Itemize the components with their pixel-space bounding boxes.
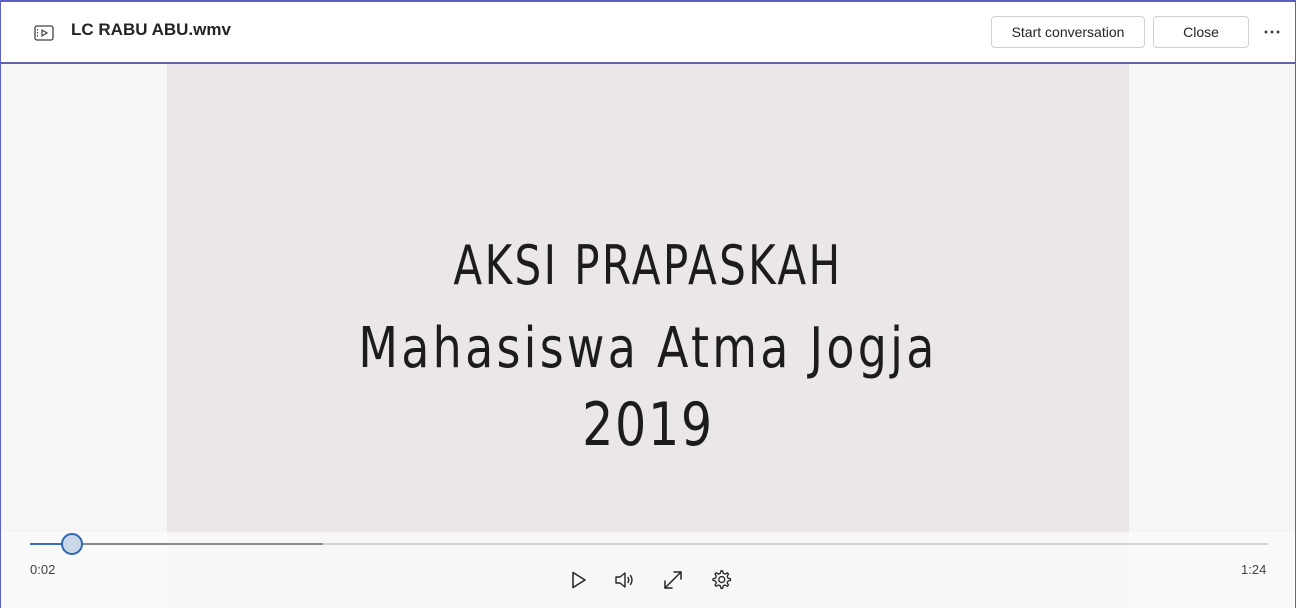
- total-time: 1:24: [1241, 562, 1267, 577]
- start-conversation-button[interactable]: Start conversation: [991, 16, 1145, 48]
- volume-icon[interactable]: [613, 568, 637, 592]
- video-viewer-window: LC RABU ABU.wmv Start conversation Close…: [0, 0, 1296, 608]
- video-caption-line3: 2019: [582, 390, 714, 460]
- seek-bar[interactable]: [30, 533, 1268, 555]
- seek-handle[interactable]: [60, 533, 83, 555]
- video-frame[interactable]: AKSI PRAPASKAH Mahasiswa Atma Jogja 2019: [167, 64, 1129, 608]
- fullscreen-icon[interactable]: [661, 568, 685, 592]
- video-file-icon: [33, 23, 55, 43]
- viewer-header: LC RABU ABU.wmv Start conversation Close: [1, 2, 1295, 64]
- more-options-icon[interactable]: [1260, 22, 1284, 42]
- current-time: 0:02: [30, 562, 56, 577]
- video-caption-line2: Mahasiswa Atma Jogja: [358, 316, 938, 381]
- video-stage: AKSI PRAPASKAH Mahasiswa Atma Jogja 2019…: [1, 64, 1295, 608]
- video-caption-line1: AKSI PRAPASKAH: [453, 234, 843, 297]
- file-title: LC RABU ABU.wmv: [71, 20, 231, 39]
- settings-icon[interactable]: [709, 568, 733, 592]
- close-button[interactable]: Close: [1153, 16, 1249, 48]
- play-icon[interactable]: [566, 568, 590, 592]
- player-controls: 0:02 1:24: [1, 532, 1295, 608]
